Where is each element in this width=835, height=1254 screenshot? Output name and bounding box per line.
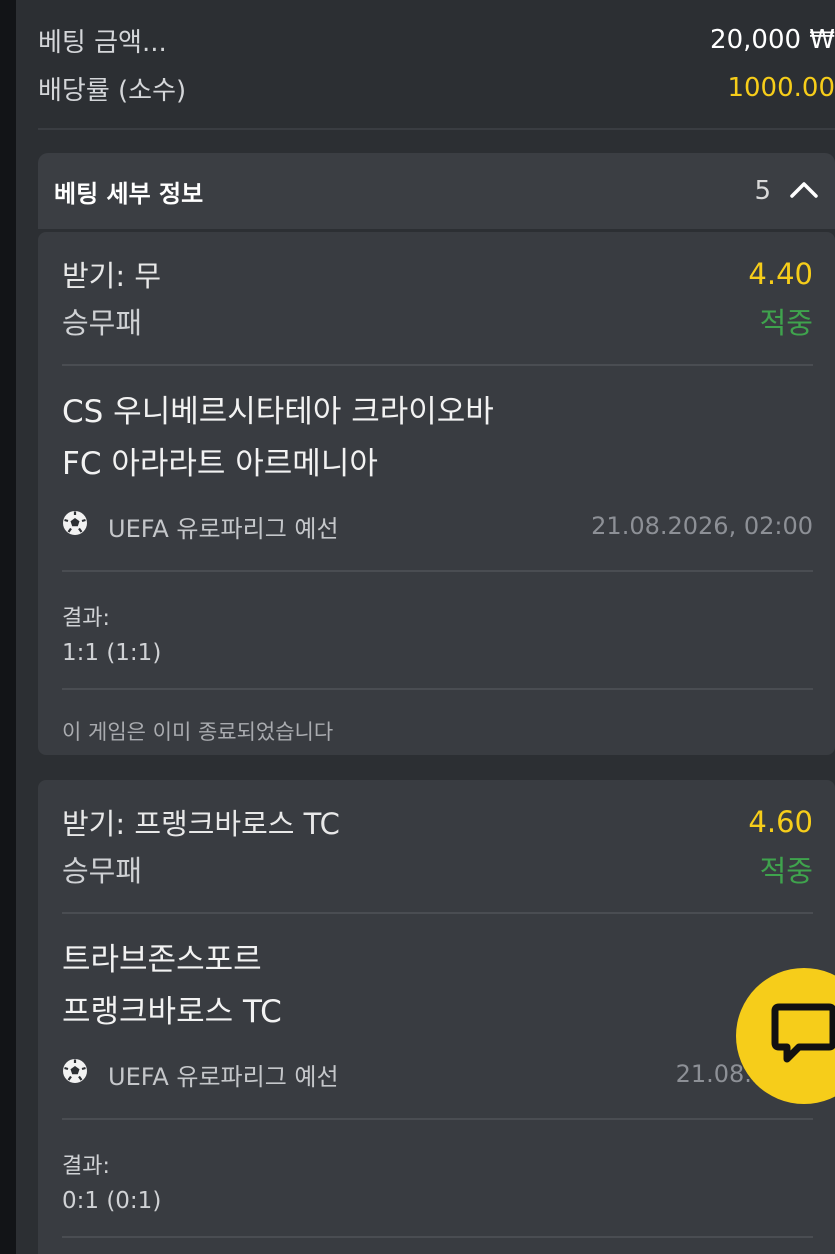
- result-score: 0:1 (0:1): [62, 1188, 162, 1214]
- result-label: 결과:: [62, 1154, 110, 1179]
- game-finished-note: 이 게임은 이미 종료되었습니다: [62, 720, 334, 744]
- odds-row: 배당률 (소수) 1000.00: [38, 70, 835, 106]
- selection-odds: 4.40: [748, 257, 813, 291]
- stake-label: 베팅 금액...: [38, 27, 167, 58]
- away-team: 프랭크바로스 TC: [62, 994, 282, 1030]
- league-name: UEFA 유로파리그 예선: [108, 1062, 339, 1091]
- market-label: 승무패: [62, 306, 143, 340]
- pick-label: 받기: 프랭크바로스 TC: [62, 807, 340, 841]
- chat-bubble-icon: [769, 1001, 835, 1071]
- bet-slip-panel: 베팅 금액... 20,000 ₩ 배당률 (소수) 1000.00 베팅 세부…: [16, 0, 835, 1254]
- odds-label: 배당률 (소수): [38, 75, 187, 106]
- divider: [62, 688, 813, 690]
- selection-odds: 4.60: [748, 805, 813, 839]
- away-team: FC 아라라트 아르메니아: [62, 446, 378, 482]
- soccer-ball-icon: [62, 510, 88, 542]
- result-score: 1:1 (1:1): [62, 640, 162, 666]
- market-label: 승무패: [62, 854, 143, 888]
- chevron-up-icon[interactable]: [789, 179, 819, 203]
- pick-label: 받기: 무: [62, 259, 162, 293]
- status-badge: 적중: [759, 854, 813, 888]
- bet-selection-card: 받기: 무 4.40 승무패 적중 CS 우니베르시타테아 크라이오바 FC 아…: [38, 232, 835, 755]
- divider: [62, 1118, 813, 1120]
- stake-row: 베팅 금액... 20,000 ₩: [38, 22, 835, 58]
- bet-selection-card: 받기: 프랭크바로스 TC 4.60 승무패 적중 트라브존스포르 프랭크바로스…: [38, 780, 835, 1254]
- home-team: CS 우니베르시타테아 크라이오바: [62, 394, 494, 430]
- stake-value: 20,000 ₩: [710, 25, 835, 55]
- divider: [62, 570, 813, 572]
- divider: [62, 912, 813, 914]
- match-datetime: 21.08.2026, 02:00: [591, 512, 813, 540]
- bet-details-header[interactable]: 베팅 세부 정보 5: [38, 153, 835, 229]
- home-team: 트라브존스포르: [62, 942, 262, 978]
- selection-count: 5: [754, 176, 771, 206]
- divider: [62, 1236, 813, 1238]
- total-odds-value: 1000.00: [727, 73, 835, 103]
- divider: [62, 364, 813, 366]
- soccer-ball-icon: [62, 1058, 88, 1090]
- bet-details-title: 베팅 세부 정보: [54, 179, 204, 208]
- league-name: UEFA 유로파리그 예선: [108, 514, 339, 543]
- status-badge: 적중: [759, 306, 813, 340]
- divider: [38, 128, 835, 130]
- result-label: 결과:: [62, 606, 110, 631]
